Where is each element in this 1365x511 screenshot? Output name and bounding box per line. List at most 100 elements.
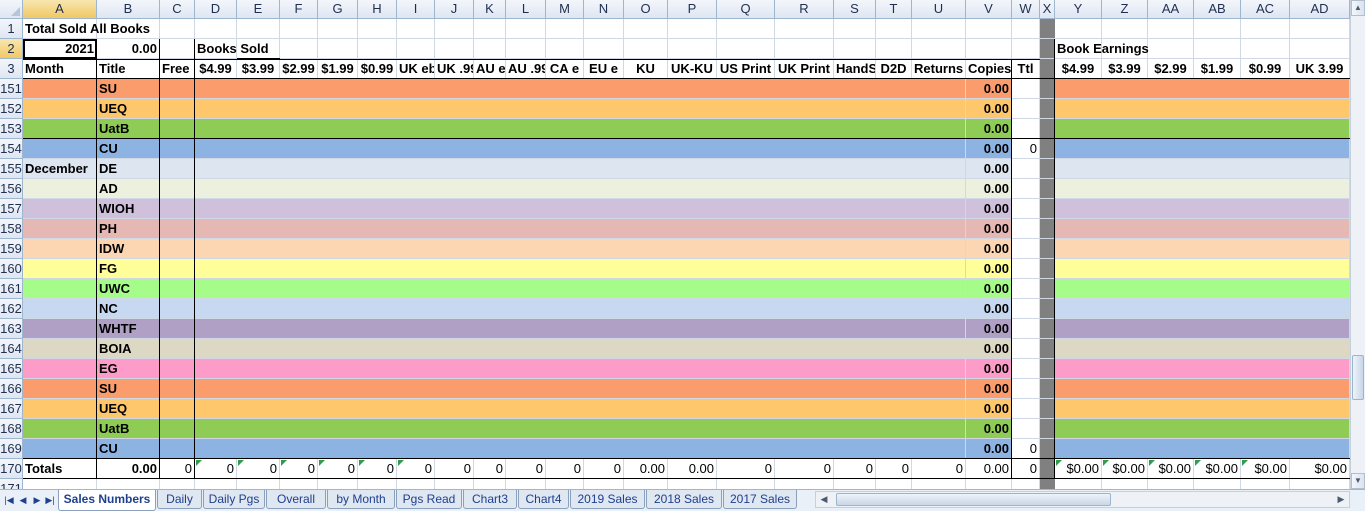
cell-s[interactable] (834, 239, 876, 259)
cell-r[interactable] (775, 39, 834, 59)
cell-d[interactable] (195, 359, 237, 379)
cell-e[interactable] (237, 359, 280, 379)
cell-e[interactable] (237, 159, 280, 179)
cell-l[interactable] (506, 419, 546, 439)
cell-ab[interactable] (1194, 119, 1241, 139)
cell-o[interactable]: 0.00 (624, 459, 668, 479)
cell-n[interactable] (584, 79, 624, 99)
cell-k[interactable] (474, 279, 506, 299)
cell-i[interactable] (397, 179, 435, 199)
cell-t[interactable] (876, 199, 912, 219)
cell-z[interactable] (1102, 419, 1148, 439)
cell-aa[interactable] (1148, 19, 1194, 39)
cell-d[interactable] (195, 239, 237, 259)
cell-h[interactable] (358, 99, 397, 119)
cell-u[interactable] (912, 179, 966, 199)
cell-u[interactable] (912, 119, 966, 139)
cell-y[interactable] (1055, 419, 1102, 439)
cell-b[interactable]: UWC (97, 279, 160, 299)
cell-f[interactable] (280, 259, 318, 279)
cell-k[interactable] (474, 359, 506, 379)
cell-s[interactable] (834, 119, 876, 139)
cell-y[interactable] (1055, 359, 1102, 379)
cell-v[interactable] (966, 19, 1012, 39)
cell-q[interactable] (717, 359, 775, 379)
cell-v[interactable]: 0.00 (966, 379, 1012, 399)
cell-ad[interactable] (1290, 99, 1350, 119)
cell-ad[interactable] (1290, 259, 1350, 279)
cell-u[interactable] (912, 419, 966, 439)
cell-f[interactable] (280, 79, 318, 99)
cell-b[interactable]: NC (97, 299, 160, 319)
cell-ad[interactable] (1290, 439, 1350, 459)
cell-r[interactable] (775, 359, 834, 379)
cell-g[interactable] (318, 119, 358, 139)
cell-l[interactable]: AU .99 (506, 59, 546, 79)
cell-d[interactable] (195, 119, 237, 139)
cell-d[interactable] (195, 339, 237, 359)
cell-o[interactable] (624, 219, 668, 239)
cell-n[interactable] (584, 279, 624, 299)
cell-a[interactable] (23, 479, 97, 489)
cell-ac[interactable] (1241, 299, 1290, 319)
cell-t[interactable] (876, 119, 912, 139)
cell-b[interactable]: 0.00 (97, 459, 160, 479)
cell-i[interactable] (397, 239, 435, 259)
cell-d[interactable] (195, 299, 237, 319)
column-header-c[interactable]: C (160, 0, 195, 19)
cell-p[interactable]: 0.00 (668, 459, 717, 479)
cell-z[interactable] (1102, 19, 1148, 39)
cell-ad[interactable] (1290, 279, 1350, 299)
cell-y[interactable] (1055, 139, 1102, 159)
cell-j[interactable] (435, 199, 474, 219)
cell-m[interactable] (546, 159, 584, 179)
cell-e[interactable] (237, 79, 280, 99)
column-header-z[interactable]: Z (1102, 0, 1148, 19)
cell-u[interactable] (912, 239, 966, 259)
cell-s[interactable]: 0 (834, 459, 876, 479)
cell-u[interactable] (912, 99, 966, 119)
cell-s[interactable] (834, 179, 876, 199)
cell-n[interactable]: 0 (584, 459, 624, 479)
cell-o[interactable] (624, 99, 668, 119)
cell-k[interactable] (474, 139, 506, 159)
row-header[interactable]: 166 (0, 379, 23, 399)
cell-t[interactable] (876, 259, 912, 279)
cell-w[interactable]: Ttl (1012, 59, 1040, 79)
cell-l[interactable] (506, 259, 546, 279)
cell-w[interactable]: 0 (1012, 459, 1040, 479)
row-header[interactable]: 153 (0, 119, 23, 139)
cell-p[interactable] (668, 259, 717, 279)
cell-f[interactable] (280, 159, 318, 179)
row-header[interactable]: 164 (0, 339, 23, 359)
cell-r[interactable] (775, 239, 834, 259)
cell-m[interactable] (546, 119, 584, 139)
cell-w[interactable] (1012, 99, 1040, 119)
cell-aa[interactable] (1148, 79, 1194, 99)
cell-c[interactable] (160, 159, 195, 179)
column-header-o[interactable]: O (624, 0, 668, 19)
cell-o[interactable] (624, 179, 668, 199)
cell-m[interactable] (546, 439, 584, 459)
cell-q[interactable] (717, 259, 775, 279)
cell-c[interactable]: Free (160, 59, 195, 79)
cell-l[interactable] (506, 359, 546, 379)
cell-l[interactable]: 0 (506, 459, 546, 479)
cell-a[interactable] (23, 179, 97, 199)
cell-h[interactable] (358, 179, 397, 199)
column-header-d[interactable]: D (195, 0, 237, 19)
scroll-right-arrow-icon[interactable]: ▶ (1333, 492, 1349, 507)
cell-p[interactable] (668, 239, 717, 259)
cell-w[interactable] (1012, 479, 1040, 489)
cell-s[interactable] (834, 359, 876, 379)
cell-h[interactable] (358, 39, 397, 59)
cell-f[interactable] (280, 299, 318, 319)
cell-g[interactable] (318, 39, 358, 59)
cell-aa[interactable] (1148, 39, 1194, 59)
cell-q[interactable]: US Print (717, 59, 775, 79)
cell-h[interactable] (358, 139, 397, 159)
cell-a[interactable]: Total Sold All Books (23, 19, 150, 39)
cell-z[interactable] (1102, 399, 1148, 419)
cell-r[interactable] (775, 19, 834, 39)
cell-c[interactable] (160, 299, 195, 319)
